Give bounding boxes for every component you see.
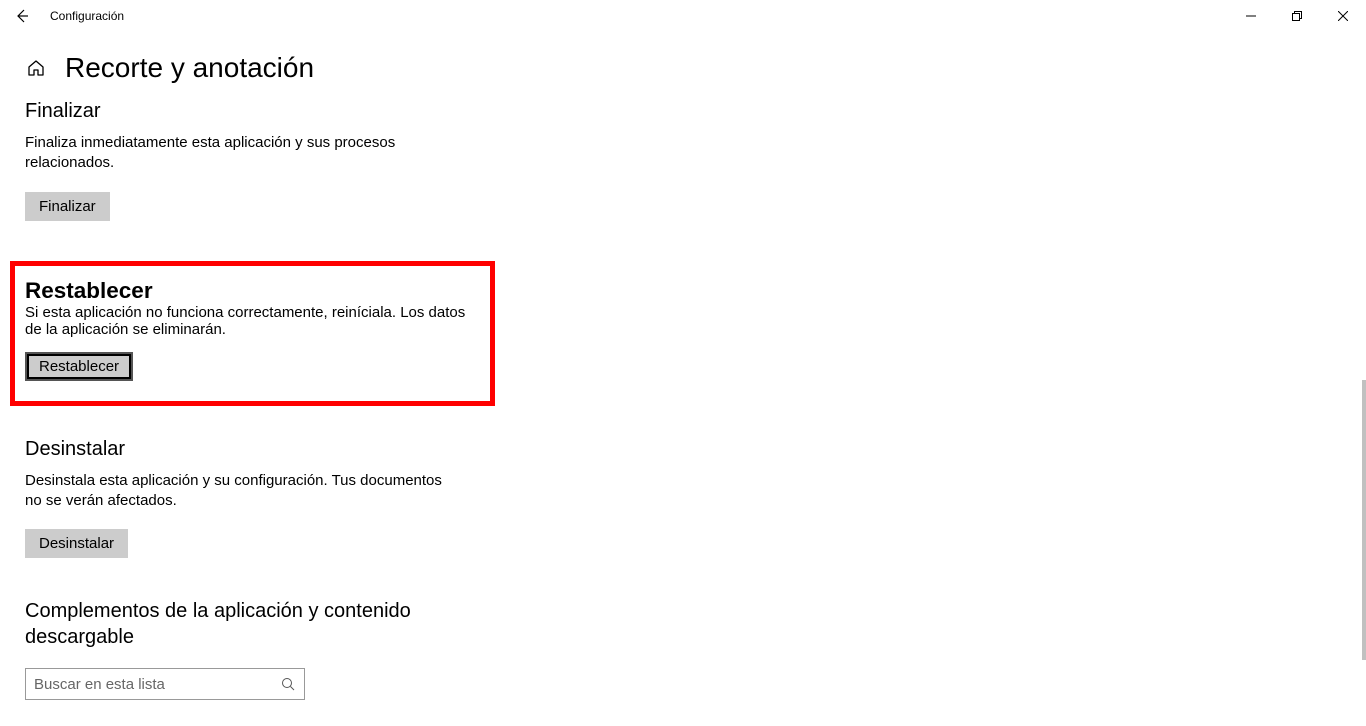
- dlc-search-input[interactable]: [34, 676, 280, 693]
- page-header: Recorte y anotación: [25, 52, 314, 84]
- search-icon: [280, 676, 296, 692]
- window-controls: [1228, 0, 1366, 32]
- reset-heading: Restablecer: [25, 278, 480, 304]
- terminate-section: Finalizar Finaliza inmediatamente esta a…: [25, 100, 485, 221]
- terminate-heading: Finalizar: [25, 100, 485, 123]
- page-title: Recorte y anotación: [65, 52, 314, 84]
- titlebar: Configuración: [0, 0, 1366, 32]
- terminate-button[interactable]: Finalizar: [25, 192, 110, 221]
- uninstall-description: Desinstala esta aplicación y su configur…: [25, 471, 445, 512]
- terminate-description: Finaliza inmediatamente esta aplicación …: [25, 133, 445, 174]
- uninstall-heading: Desinstalar: [25, 438, 485, 461]
- minimize-icon: [1246, 11, 1256, 21]
- reset-button[interactable]: Restablecer: [25, 352, 133, 381]
- minimize-button[interactable]: [1228, 0, 1274, 32]
- home-icon: [26, 58, 46, 78]
- scrollbar-thumb[interactable]: [1362, 380, 1366, 660]
- close-button[interactable]: [1320, 0, 1366, 32]
- back-button[interactable]: [0, 0, 44, 32]
- reset-highlight: Restablecer Si esta aplicación no funcio…: [10, 261, 495, 406]
- window-title: Configuración: [50, 9, 124, 23]
- dlc-heading: Complementos de la aplicación y contenid…: [25, 598, 425, 650]
- maximize-button[interactable]: [1274, 0, 1320, 32]
- reset-description: Si esta aplicación no funciona correctam…: [25, 304, 480, 338]
- maximize-icon: [1292, 11, 1302, 21]
- uninstall-button[interactable]: Desinstalar: [25, 529, 128, 558]
- home-button[interactable]: [25, 57, 47, 79]
- close-icon: [1338, 11, 1348, 21]
- arrow-left-icon: [14, 8, 30, 24]
- dlc-search[interactable]: [25, 668, 305, 700]
- uninstall-section: Desinstalar Desinstala esta aplicación y…: [25, 438, 485, 559]
- dlc-section: Complementos de la aplicación y contenid…: [25, 598, 485, 700]
- content: Finalizar Finaliza inmediatamente esta a…: [25, 100, 485, 700]
